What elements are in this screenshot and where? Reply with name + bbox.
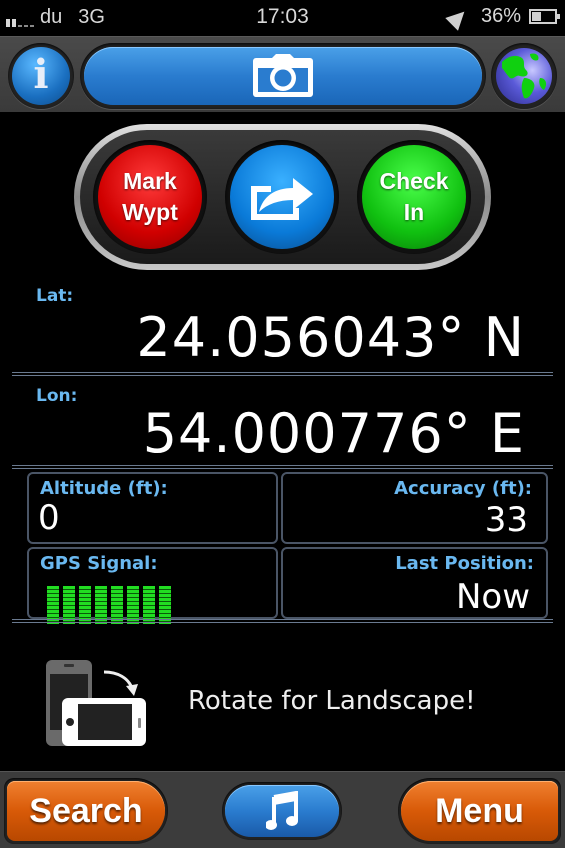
gps-signal-panel: GPS Signal:	[27, 547, 278, 624]
accuracy-value: 33	[484, 500, 528, 540]
menu-button[interactable]: Menu	[398, 778, 561, 844]
rotate-device-icon	[46, 660, 146, 746]
globe-button[interactable]	[491, 43, 557, 109]
camera-icon	[253, 54, 313, 97]
gps-signal-label: GPS Signal:	[40, 553, 158, 574]
status-bar: du 3G 17:03 36%	[0, 0, 565, 36]
divider	[12, 619, 553, 623]
music-button[interactable]	[222, 782, 342, 840]
altitude-label: Altitude (ft):	[40, 478, 168, 499]
info-icon: i	[33, 51, 49, 98]
accuracy-label: Accuracy (ft):	[394, 478, 532, 499]
latitude-label: Lat:	[36, 286, 74, 306]
camera-button[interactable]	[80, 43, 486, 109]
location-arrow-icon	[445, 4, 471, 31]
last-position-panel: Last Position: Now	[281, 547, 548, 619]
check-in-line2: In	[403, 199, 425, 225]
battery-percent: 36%	[480, 5, 521, 27]
action-button-group: Mark Wypt Check In	[74, 124, 491, 270]
mark-waypoint-line1: Mark	[123, 168, 177, 194]
battery-fill	[532, 12, 541, 21]
search-label: Search	[29, 791, 143, 830]
bottom-toolbar: Search Menu	[0, 771, 565, 848]
altitude-value: 0	[38, 498, 60, 538]
music-note-icon	[266, 791, 298, 830]
latitude-value: 24.056043° N	[136, 306, 525, 369]
info-button[interactable]: i	[8, 43, 74, 109]
share-arrow-icon	[251, 178, 313, 220]
search-button[interactable]: Search	[4, 778, 168, 844]
check-in-button[interactable]: Check In	[357, 140, 471, 254]
check-in-line1: Check	[379, 168, 449, 194]
rotate-hint-text: Rotate for Landscape!	[188, 686, 476, 716]
mark-waypoint-line2: Wypt	[122, 199, 178, 225]
longitude-value: 54.000776° E	[142, 402, 525, 465]
globe-icon	[496, 48, 552, 104]
mark-waypoint-button[interactable]: Mark Wypt	[93, 140, 207, 254]
accuracy-panel: Accuracy (ft): 33	[281, 472, 548, 544]
menu-label: Menu	[435, 791, 524, 830]
last-position-label: Last Position:	[395, 553, 534, 574]
last-position-value: Now	[455, 577, 530, 617]
share-button[interactable]	[225, 140, 339, 254]
longitude-label: Lon:	[36, 386, 78, 406]
divider	[12, 465, 553, 469]
battery-icon	[529, 9, 560, 24]
divider	[12, 372, 553, 376]
top-toolbar: i	[0, 36, 565, 112]
altitude-panel: Altitude (ft): 0	[27, 472, 278, 544]
